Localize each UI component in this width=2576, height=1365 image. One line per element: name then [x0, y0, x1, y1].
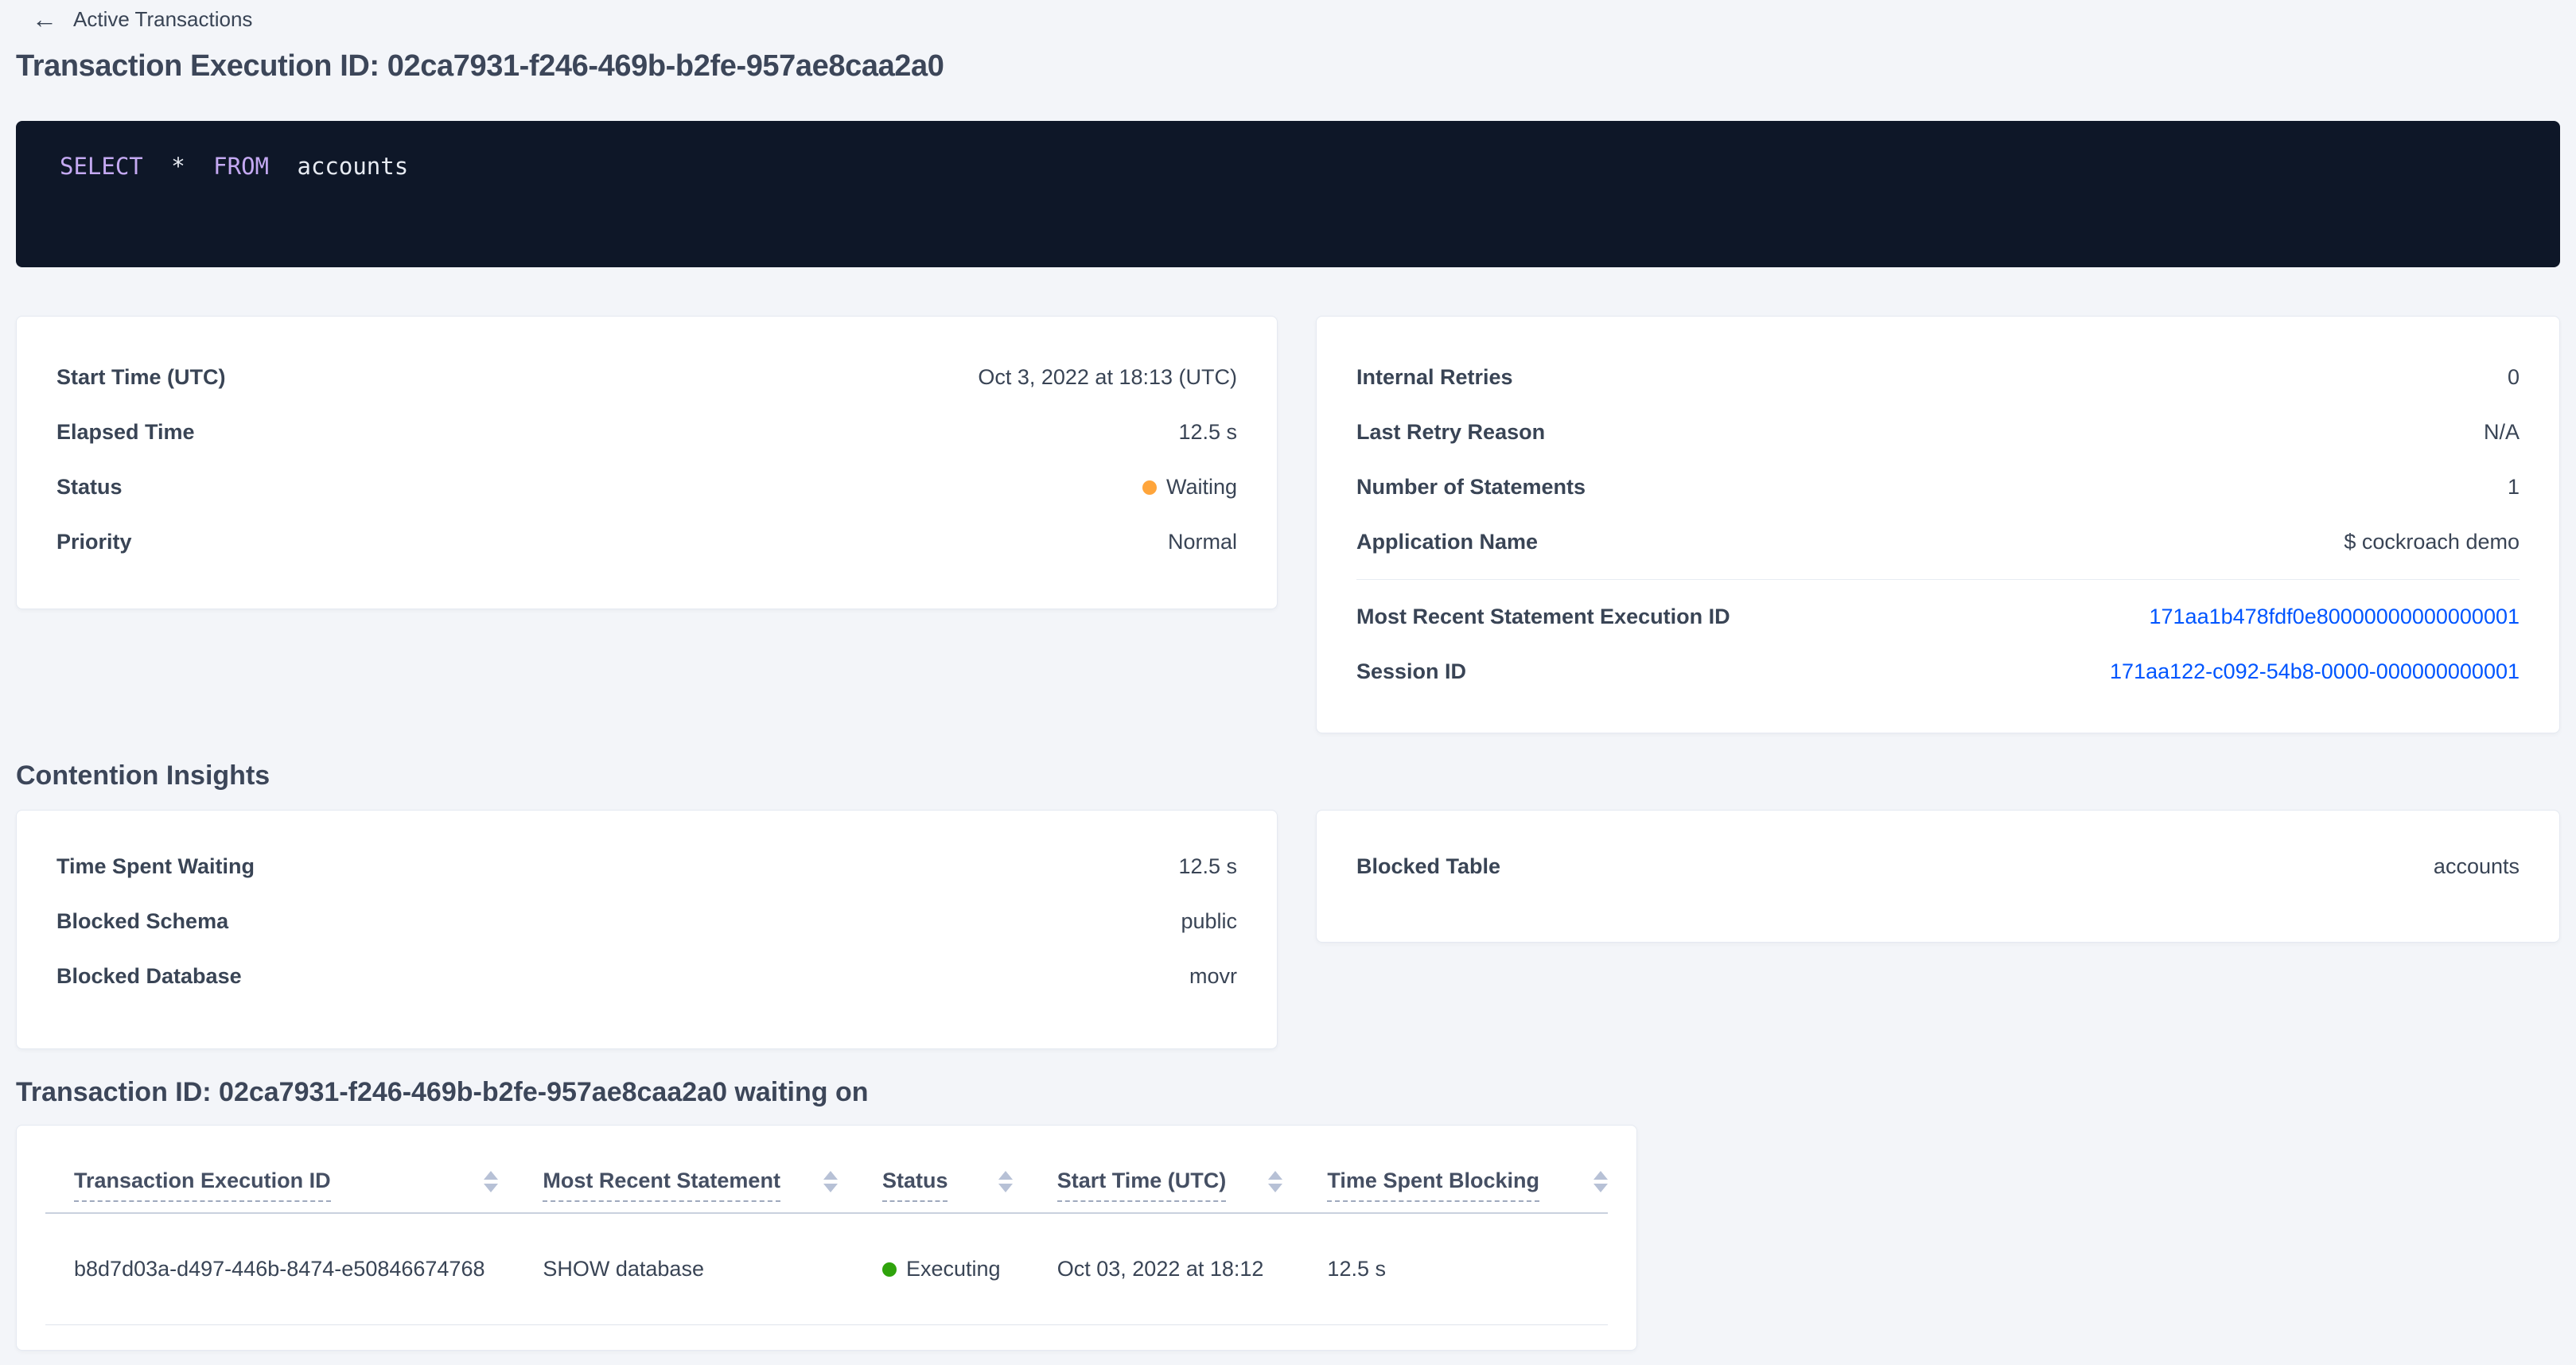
kv-label: Blocked Table [1356, 854, 1500, 879]
sql-star: * [171, 153, 185, 180]
sql-statement-text: SELECT * FROM accounts [60, 153, 408, 180]
kv-row-session-id: Session ID 171aa122-c092-54b8-0000-00000… [1356, 644, 2520, 699]
kv-row-blocked-database: Blocked Database movr [56, 949, 1237, 1004]
column-header-label: Start Time (UTC) [1057, 1169, 1227, 1202]
kv-value: accounts [2434, 854, 2520, 879]
executing-dot-icon [882, 1262, 897, 1277]
contention-left-card: Time Spent Waiting 12.5 s Blocked Schema… [16, 810, 1278, 1049]
kv-label: Application Name [1356, 530, 1538, 554]
status-text: Executing [906, 1257, 1001, 1281]
sort-icon [823, 1171, 838, 1192]
transaction-details-card: Internal Retries 0 Last Retry Reason N/A… [1316, 316, 2560, 733]
cell-most-recent-statement: SHOW database [543, 1257, 882, 1281]
waiting-on-table-card: Transaction Execution ID Most Recent Sta… [16, 1125, 1637, 1351]
kv-row-internal-retries: Internal Retries 0 [1356, 350, 2520, 405]
kv-label: Priority [56, 530, 132, 554]
column-header-most-recent-statement[interactable]: Most Recent Statement [543, 1169, 882, 1202]
kv-label: Number of Statements [1356, 475, 1586, 500]
kv-value: Oct 3, 2022 at 18:13 (UTC) [978, 365, 1237, 390]
waiting-on-heading: Transaction ID: 02ca7931-f246-469b-b2fe-… [16, 1077, 869, 1108]
cell-start-time: Oct 03, 2022 at 18:12 [1057, 1257, 1328, 1281]
kv-row-statement-execution-id: Most Recent Statement Execution ID 171aa… [1356, 589, 2520, 644]
kv-value: movr [1189, 964, 1237, 989]
column-header-start-time[interactable]: Start Time (UTC) [1057, 1169, 1328, 1202]
sql-statement-box: SELECT * FROM accounts [16, 121, 2560, 267]
transaction-summary-card: Start Time (UTC) Oct 3, 2022 at 18:13 (U… [16, 316, 1278, 609]
back-link-active-transactions[interactable]: ← Active Transactions [32, 6, 252, 32]
cell-transaction-execution-id: b8d7d03a-d497-446b-8474-e50846674768 [45, 1257, 543, 1281]
kv-label: Start Time (UTC) [56, 365, 226, 390]
card-divider [1356, 579, 2520, 580]
sql-keyword-select: SELECT [60, 153, 143, 180]
kv-label: Blocked Database [56, 964, 242, 989]
kv-value: 12.5 s [1178, 420, 1237, 445]
statement-execution-id-link[interactable]: 171aa1b478fdf0e80000000000000001 [2150, 605, 2520, 629]
column-header-label: Transaction Execution ID [74, 1169, 331, 1202]
kv-value: public [1181, 909, 1237, 934]
kv-value: 12.5 s [1178, 854, 1237, 879]
table-header-row: Transaction Execution ID Most Recent Sta… [45, 1126, 1608, 1214]
kv-row-elapsed-time: Elapsed Time 12.5 s [56, 405, 1237, 460]
waiting-dot-icon [1142, 480, 1157, 495]
kv-label: Session ID [1356, 659, 1466, 684]
contention-right-card: Blocked Table accounts [1316, 810, 2560, 943]
kv-value: N/A [2484, 420, 2520, 445]
sort-icon [484, 1171, 498, 1192]
column-header-label: Time Spent Blocking [1327, 1169, 1539, 1202]
kv-label: Blocked Schema [56, 909, 228, 934]
kv-label: Status [56, 475, 123, 500]
cell-time-spent-blocking: 12.5 s [1327, 1257, 1608, 1281]
table-row: b8d7d03a-d497-446b-8474-e50846674768 SHO… [45, 1214, 1608, 1325]
kv-row-blocked-table: Blocked Table accounts [1356, 839, 2520, 894]
back-arrow-icon: ← [32, 6, 57, 32]
column-header-status[interactable]: Status [882, 1169, 1057, 1202]
cell-status: Executing [882, 1257, 1057, 1281]
kv-row-application-name: Application Name $ cockroach demo [1356, 515, 2520, 570]
status-text: Waiting [1166, 475, 1237, 500]
kv-label: Last Retry Reason [1356, 420, 1545, 445]
kv-row-last-retry-reason: Last Retry Reason N/A [1356, 405, 2520, 460]
session-id-link[interactable]: 171aa122-c092-54b8-0000-000000000001 [2110, 659, 2520, 684]
kv-row-time-spent-waiting: Time Spent Waiting 12.5 s [56, 839, 1237, 894]
sort-icon [998, 1171, 1013, 1192]
kv-row-status: Status Waiting [56, 460, 1237, 515]
status-badge: Waiting [1142, 475, 1237, 500]
sql-table-name: accounts [297, 153, 408, 180]
column-header-label: Status [882, 1169, 948, 1202]
page-title: Transaction Execution ID: 02ca7931-f246-… [16, 49, 944, 84]
back-link-label: Active Transactions [73, 7, 252, 32]
kv-row-start-time: Start Time (UTC) Oct 3, 2022 at 18:13 (U… [56, 350, 1237, 405]
contention-insights-heading: Contention Insights [16, 760, 270, 791]
kv-label: Internal Retries [1356, 365, 1513, 390]
sort-icon [1593, 1171, 1608, 1192]
kv-label: Most Recent Statement Execution ID [1356, 605, 1730, 629]
kv-value: $ cockroach demo [2344, 530, 2520, 554]
sql-keyword-from: FROM [213, 153, 269, 180]
kv-row-blocked-schema: Blocked Schema public [56, 894, 1237, 949]
kv-value: 1 [2508, 475, 2520, 500]
kv-value: 0 [2508, 365, 2520, 390]
column-header-label: Most Recent Statement [543, 1169, 780, 1202]
column-header-transaction-execution-id[interactable]: Transaction Execution ID [45, 1169, 543, 1202]
kv-label: Time Spent Waiting [56, 854, 255, 879]
kv-row-number-of-statements: Number of Statements 1 [1356, 460, 2520, 515]
kv-label: Elapsed Time [56, 420, 195, 445]
kv-row-priority: Priority Normal [56, 515, 1237, 570]
sort-icon [1268, 1171, 1282, 1192]
kv-value: Normal [1168, 530, 1237, 554]
column-header-time-spent-blocking[interactable]: Time Spent Blocking [1327, 1169, 1608, 1202]
